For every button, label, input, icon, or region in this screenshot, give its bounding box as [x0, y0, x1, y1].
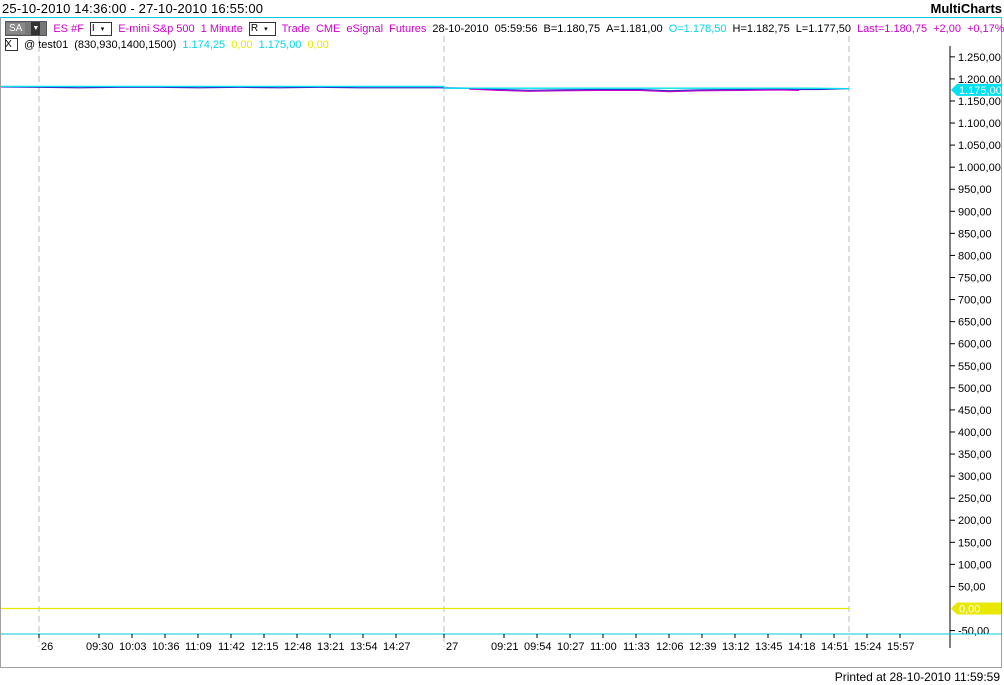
y-tick-label: 750,00	[958, 273, 992, 285]
price-chart[interactable]: 1.250,001.200,001.150,001.100,001.050,00…	[1, 18, 1001, 667]
y-tick-label: -50,00	[958, 626, 989, 638]
y-tick-label: 150,00	[958, 537, 992, 549]
y-tick-label: 1.150,00	[958, 96, 1001, 108]
x-tick-label: 10:03	[119, 641, 147, 653]
y-tick-label: 950,00	[958, 184, 992, 196]
x-tick-label: 12:48	[284, 641, 312, 653]
plot-layer	[1, 85, 850, 610]
y-tick-label: 400,00	[958, 427, 992, 439]
x-tick-label: 11:33	[623, 641, 650, 653]
last-value-marker: 0,00	[951, 602, 1001, 616]
y-tick-label: 500,00	[958, 383, 992, 395]
price-axis[interactable]: 1.250,001.200,001.150,001.100,001.050,00…	[949, 46, 1001, 648]
date-range-title: 25-10-2010 14:36:00 - 27-10-2010 16:55:0…	[2, 1, 264, 16]
x-tick-label: 27	[446, 641, 458, 653]
y-tick-label: 100,00	[958, 559, 992, 571]
x-tick-label: 09:30	[86, 641, 114, 653]
y-tick-label: 200,00	[958, 515, 992, 527]
x-tick-label: 15:57	[887, 641, 915, 653]
y-tick-label: 800,00	[958, 250, 992, 262]
y-tick-label: 850,00	[958, 228, 992, 240]
y-tick-label: 300,00	[958, 471, 992, 483]
x-tick-label: 14:51	[821, 641, 849, 653]
y-tick-label: 350,00	[958, 449, 992, 461]
x-tick-label: 12:06	[656, 641, 684, 653]
x-tick-label: 10:36	[152, 641, 180, 653]
y-tick-label: 900,00	[958, 206, 992, 218]
chart-window: SA ▼ ES #F I ▾ E-mini S&p 500 1 Minute R ▾…	[0, 17, 1004, 668]
y-tick-label: 250,00	[958, 493, 992, 505]
time-axis[interactable]: 26 09:30 10:03 10:36 11:09 11:42 12:15 12:48 13:…	[1, 633, 1001, 653]
brand-label: MultiCharts	[930, 1, 1003, 16]
x-tick-label: 26	[41, 641, 53, 653]
x-tick-label: 11:09	[185, 641, 212, 653]
x-tick-label: 13:21	[317, 641, 345, 653]
y-tick-label: 550,00	[958, 361, 992, 373]
x-tick-label: 09:21	[491, 641, 519, 653]
y-tick-label: 1.050,00	[958, 140, 1001, 152]
x-tick-label: 11:42	[218, 641, 245, 653]
x-tick-label: 14:18	[788, 641, 816, 653]
y-tick-label: 1.000,00	[958, 162, 1001, 174]
x-tick-label: 14:27	[383, 641, 411, 653]
x-tick-label: 13:12	[722, 641, 750, 653]
x-tick-label: 11:00	[590, 641, 617, 653]
x-tick-label: 09:54	[524, 641, 552, 653]
y-tick-label: 450,00	[958, 405, 992, 417]
last-value-marker: 1.175,00	[951, 83, 1001, 97]
y-tick-label: 1.250,00	[958, 52, 1001, 64]
x-tick-label: 13:45	[755, 641, 783, 653]
y-tick-label: 600,00	[958, 339, 992, 351]
y-tick-label: 1.100,00	[958, 118, 1001, 130]
last-value-label: 1.175,00	[959, 85, 1001, 97]
last-value-label: 0,00	[959, 604, 980, 616]
x-tick-label: 13:54	[350, 641, 378, 653]
y-tick-label: 700,00	[958, 295, 992, 307]
x-tick-label: 12:39	[689, 641, 717, 653]
x-tick-label: 10:27	[557, 641, 585, 653]
grid-layer	[38, 36, 850, 647]
y-tick-label: 50,00	[958, 581, 986, 593]
printed-timestamp: Printed at 28-10-2010 11:59:59	[834, 670, 1000, 684]
y-tick-label: 650,00	[958, 317, 992, 329]
x-tick-label: 12:15	[251, 641, 279, 653]
x-tick-label: 15:24	[854, 641, 882, 653]
